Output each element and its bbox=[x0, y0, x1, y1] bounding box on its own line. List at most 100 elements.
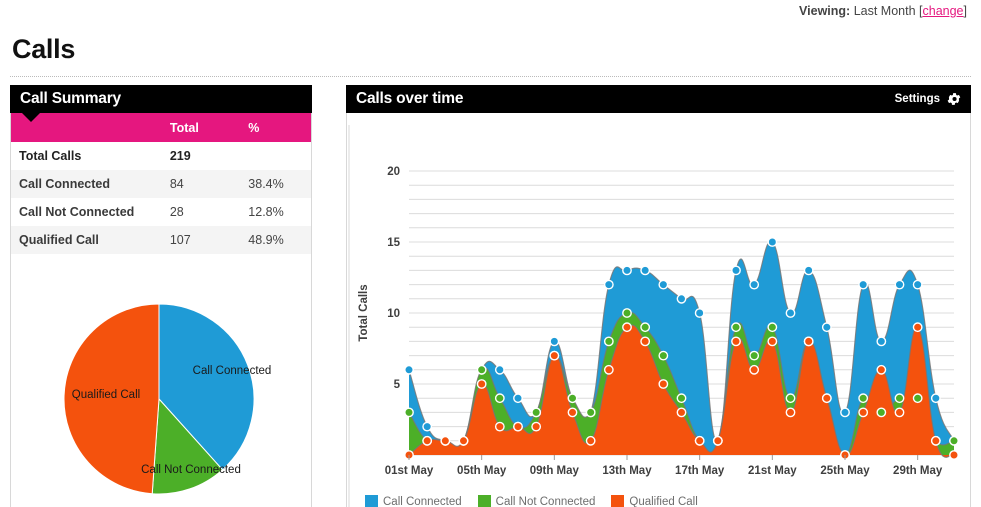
calls-over-time-header: Calls over time Settings bbox=[346, 85, 971, 122]
chart-data-point[interactable] bbox=[749, 350, 760, 361]
chart-data-point[interactable] bbox=[622, 322, 632, 333]
table-row: Call Connected 84 38.4% bbox=[11, 170, 311, 198]
chart-data-point[interactable] bbox=[494, 393, 505, 404]
x-axis-tick-label: 05th May bbox=[457, 465, 507, 477]
x-axis-tick-label: 25th May bbox=[820, 465, 870, 477]
chart-data-point[interactable] bbox=[767, 336, 778, 347]
chart-data-point[interactable] bbox=[676, 393, 687, 404]
row-pct-call-not-connected: 12.8% bbox=[240, 198, 311, 226]
chart-data-point[interactable] bbox=[767, 322, 778, 333]
chart-data-point[interactable] bbox=[658, 350, 669, 361]
chart-data-point[interactable] bbox=[876, 336, 887, 347]
x-axis-tick-label: 17th May bbox=[675, 465, 725, 477]
chart-data-point[interactable] bbox=[567, 407, 578, 418]
chart-data-point[interactable] bbox=[585, 435, 596, 446]
chart-data-point[interactable] bbox=[803, 336, 814, 347]
chart-data-point[interactable] bbox=[640, 336, 651, 347]
chart-data-point[interactable] bbox=[785, 308, 796, 318]
chart-data-point[interactable] bbox=[785, 393, 796, 404]
chart-data-point[interactable] bbox=[894, 279, 905, 290]
calls-dashboard-page: Viewing: Last Month [change] Calls Call … bbox=[0, 0, 981, 507]
chart-data-point[interactable] bbox=[458, 435, 469, 446]
row-pct-total-calls bbox=[240, 142, 311, 170]
chart-data-point[interactable] bbox=[894, 407, 905, 418]
chart-data-point[interactable] bbox=[749, 364, 760, 375]
chart-data-point[interactable] bbox=[531, 407, 542, 418]
chart-data-point[interactable] bbox=[640, 322, 651, 333]
chart-data-point[interactable] bbox=[440, 435, 451, 446]
chart-data-point[interactable] bbox=[531, 421, 542, 432]
call-summary-body: Total % Total Calls 219 Call Connected 8… bbox=[10, 113, 312, 507]
chart-data-point[interactable] bbox=[749, 279, 760, 290]
chart-data-point[interactable] bbox=[785, 407, 796, 418]
chart-data-point[interactable] bbox=[585, 407, 596, 418]
chart-data-point[interactable] bbox=[930, 435, 941, 446]
time-series-chart-svg: 5 10 15 20 Total Calls 01st May 05th May 09th M… bbox=[348, 125, 959, 507]
chart-data-point[interactable] bbox=[476, 364, 487, 375]
chart-data-point[interactable] bbox=[494, 364, 505, 375]
gear-icon[interactable] bbox=[947, 92, 961, 106]
row-pct-qualified-call: 48.9% bbox=[240, 226, 311, 254]
chart-data-point[interactable] bbox=[404, 407, 414, 418]
chart-data-point[interactable] bbox=[549, 350, 560, 361]
legend-item[interactable]: Call Not Connected bbox=[477, 495, 595, 507]
settings-label[interactable]: Settings bbox=[895, 93, 940, 105]
legend-item[interactable]: Call Connected bbox=[365, 495, 462, 507]
chart-data-point[interactable] bbox=[603, 336, 614, 347]
chart-data-point[interactable] bbox=[476, 379, 487, 389]
chart-data-point[interactable] bbox=[622, 308, 632, 318]
chart-data-point[interactable] bbox=[858, 279, 869, 290]
chart-data-point[interactable] bbox=[876, 407, 887, 418]
chart-data-point[interactable] bbox=[949, 450, 959, 460]
chart-data-point[interactable] bbox=[949, 435, 959, 446]
chart-data-point[interactable] bbox=[858, 393, 869, 404]
call-summary-title: Call Summary bbox=[20, 90, 121, 107]
chart-data-point[interactable] bbox=[930, 393, 941, 404]
chart-data-point[interactable] bbox=[658, 379, 669, 389]
y-axis-tick-label: 10 bbox=[387, 308, 400, 320]
chart-data-point[interactable] bbox=[676, 407, 687, 418]
chart-data-point[interactable] bbox=[894, 393, 905, 404]
chart-data-point[interactable] bbox=[712, 435, 723, 446]
pie-slice-label: Qualified Call bbox=[72, 389, 140, 401]
chart-data-point[interactable] bbox=[513, 393, 523, 404]
calls-over-time-chart: 5 10 15 20 Total Calls 01st May 05th May 09th M… bbox=[347, 113, 970, 507]
change-period-link[interactable]: change bbox=[923, 4, 964, 18]
chart-data-point[interactable] bbox=[694, 435, 705, 446]
chart-data-point[interactable] bbox=[821, 322, 832, 333]
chart-data-point[interactable] bbox=[731, 336, 741, 347]
chart-data-point[interactable] bbox=[731, 322, 741, 333]
chart-data-point[interactable] bbox=[676, 293, 687, 304]
chart-data-point[interactable] bbox=[821, 393, 832, 404]
x-axis-tick-label: 01st May bbox=[385, 465, 434, 477]
pie-slice-label: Call Connected bbox=[193, 365, 272, 377]
chart-data-point[interactable] bbox=[549, 336, 560, 347]
chart-data-point[interactable] bbox=[422, 435, 433, 446]
chart-data-point[interactable] bbox=[840, 407, 850, 418]
chart-data-point[interactable] bbox=[494, 421, 505, 432]
chart-data-point[interactable] bbox=[803, 265, 814, 276]
chart-data-point[interactable] bbox=[912, 322, 923, 333]
chart-data-point[interactable] bbox=[567, 393, 578, 404]
viewing-label: Viewing: bbox=[799, 4, 851, 18]
table-row: Total Calls 219 bbox=[11, 142, 311, 170]
chart-data-point[interactable] bbox=[603, 279, 614, 290]
chart-data-point[interactable] bbox=[640, 265, 651, 276]
chart-data-point[interactable] bbox=[858, 407, 869, 418]
chart-data-point[interactable] bbox=[404, 364, 414, 375]
chart-data-point[interactable] bbox=[912, 393, 923, 404]
chart-data-point[interactable] bbox=[513, 421, 523, 432]
chart-data-point[interactable] bbox=[658, 279, 669, 290]
chart-data-point[interactable] bbox=[622, 265, 632, 276]
chart-data-point[interactable] bbox=[876, 364, 887, 375]
calls-over-time-body: 5 10 15 20 Total Calls 01st May 05th May 09th M… bbox=[346, 113, 971, 507]
chart-data-point[interactable] bbox=[422, 421, 433, 432]
chart-data-point[interactable] bbox=[767, 237, 778, 247]
chart-data-point[interactable] bbox=[694, 308, 705, 318]
pie-slice-label: Call Not Connected bbox=[141, 464, 241, 476]
chart-data-point[interactable] bbox=[731, 265, 741, 276]
row-total-call-connected: 84 bbox=[161, 170, 241, 198]
legend-item[interactable]: Qualified Call bbox=[611, 495, 698, 507]
chart-data-point[interactable] bbox=[912, 279, 923, 290]
chart-data-point[interactable] bbox=[603, 364, 614, 375]
